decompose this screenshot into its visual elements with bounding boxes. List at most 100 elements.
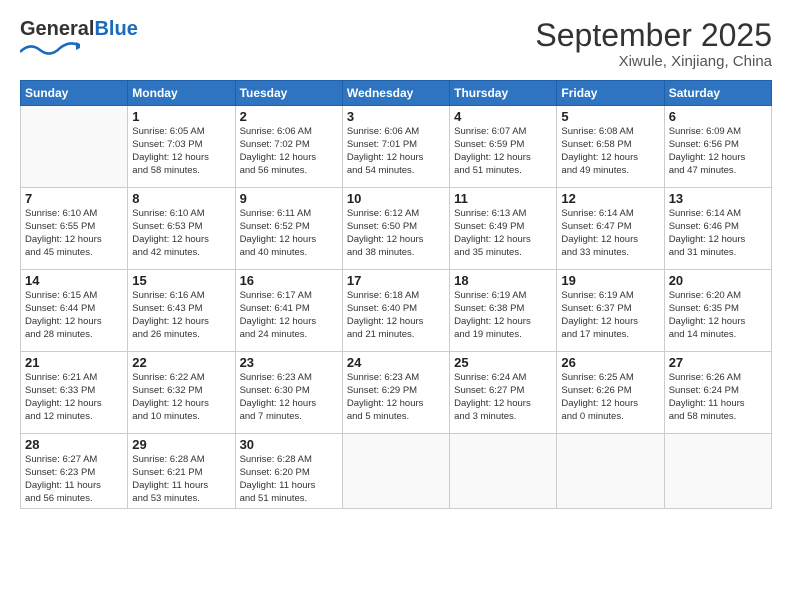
title-block: September 2025 Xiwule, Xinjiang, China <box>535 18 772 70</box>
cell-info: Sunrise: 6:16 AMSunset: 6:43 PMDaylight:… <box>132 290 230 341</box>
cell-info-line: Sunrise: 6:13 AM <box>454 208 552 221</box>
cell-info: Sunrise: 6:20 AMSunset: 6:35 PMDaylight:… <box>669 290 767 341</box>
cell-info-line: Sunrise: 6:12 AM <box>347 208 445 221</box>
cell-info-line: Daylight: 12 hours <box>240 152 338 165</box>
calendar-cell <box>557 434 664 509</box>
cell-info: Sunrise: 6:10 AMSunset: 6:55 PMDaylight:… <box>25 208 123 259</box>
calendar-cell <box>342 434 449 509</box>
cell-info-line: Daylight: 12 hours <box>132 152 230 165</box>
cell-info-line: and 3 minutes. <box>454 411 552 424</box>
cell-info: Sunrise: 6:10 AMSunset: 6:53 PMDaylight:… <box>132 208 230 259</box>
calendar-cell: 12Sunrise: 6:14 AMSunset: 6:47 PMDayligh… <box>557 188 664 270</box>
cell-info-line: Sunset: 6:50 PM <box>347 221 445 234</box>
cell-info-line: Sunset: 6:41 PM <box>240 303 338 316</box>
cell-info: Sunrise: 6:09 AMSunset: 6:56 PMDaylight:… <box>669 126 767 177</box>
cell-info-line: Sunrise: 6:28 AM <box>132 454 230 467</box>
cell-info: Sunrise: 6:23 AMSunset: 6:29 PMDaylight:… <box>347 372 445 423</box>
calendar-cell: 11Sunrise: 6:13 AMSunset: 6:49 PMDayligh… <box>450 188 557 270</box>
cell-info-line: Sunset: 6:58 PM <box>561 139 659 152</box>
calendar-table: SundayMondayTuesdayWednesdayThursdayFrid… <box>20 80 772 509</box>
calendar-header-tuesday: Tuesday <box>235 81 342 106</box>
cell-info-line: Sunset: 6:55 PM <box>25 221 123 234</box>
cell-info-line: Daylight: 12 hours <box>240 316 338 329</box>
calendar-header-saturday: Saturday <box>664 81 771 106</box>
cell-day-number: 30 <box>240 437 338 452</box>
cell-info-line: Sunrise: 6:25 AM <box>561 372 659 385</box>
cell-info-line: Sunrise: 6:19 AM <box>561 290 659 303</box>
cell-info-line: Sunrise: 6:14 AM <box>561 208 659 221</box>
cell-day-number: 3 <box>347 109 445 124</box>
cell-info-line: Sunrise: 6:10 AM <box>132 208 230 221</box>
cell-info-line: Daylight: 12 hours <box>132 316 230 329</box>
cell-info-line: Sunset: 6:30 PM <box>240 385 338 398</box>
cell-info-line: and 38 minutes. <box>347 247 445 260</box>
cell-info: Sunrise: 6:15 AMSunset: 6:44 PMDaylight:… <box>25 290 123 341</box>
cell-info-line: and 51 minutes. <box>454 165 552 178</box>
cell-info-line: Sunset: 6:32 PM <box>132 385 230 398</box>
cell-info-line: Sunrise: 6:07 AM <box>454 126 552 139</box>
cell-info-line: Sunrise: 6:10 AM <box>25 208 123 221</box>
cell-info-line: Sunrise: 6:20 AM <box>669 290 767 303</box>
cell-info-line: Daylight: 12 hours <box>669 234 767 247</box>
calendar-cell: 2Sunrise: 6:06 AMSunset: 7:02 PMDaylight… <box>235 106 342 188</box>
calendar-cell: 1Sunrise: 6:05 AMSunset: 7:03 PMDaylight… <box>128 106 235 188</box>
cell-day-number: 14 <box>25 273 123 288</box>
calendar-cell: 14 Sunrise: 6:15 AMSunset: 6:44 PMDayligh… <box>21 270 128 352</box>
calendar-header-sunday: Sunday <box>21 81 128 106</box>
cell-info-line: and 40 minutes. <box>240 247 338 260</box>
calendar-cell: 17Sunrise: 6:18 AMSunset: 6:40 PMDayligh… <box>342 270 449 352</box>
cell-info-line: Daylight: 11 hours <box>132 480 230 493</box>
cell-info-line: and 54 minutes. <box>347 165 445 178</box>
cell-info-line: Sunset: 6:46 PM <box>669 221 767 234</box>
cell-info-line: Sunrise: 6:26 AM <box>669 372 767 385</box>
cell-day-number: 27 <box>669 355 767 370</box>
calendar-cell: 27Sunrise: 6:26 AMSunset: 6:24 PMDayligh… <box>664 352 771 434</box>
cell-info-line: Sunrise: 6:21 AM <box>25 372 123 385</box>
cell-info-line: Daylight: 12 hours <box>454 316 552 329</box>
cell-info-line: Daylight: 12 hours <box>669 316 767 329</box>
cell-info-line: Daylight: 12 hours <box>347 398 445 411</box>
cell-day-number: 10 <box>347 191 445 206</box>
calendar-cell <box>450 434 557 509</box>
cell-info-line: Sunset: 7:03 PM <box>132 139 230 152</box>
calendar-cell: 25Sunrise: 6:24 AMSunset: 6:27 PMDayligh… <box>450 352 557 434</box>
calendar-header-friday: Friday <box>557 81 664 106</box>
cell-info-line: Daylight: 11 hours <box>240 480 338 493</box>
cell-info-line: Sunrise: 6:05 AM <box>132 126 230 139</box>
cell-day-number: 8 <box>132 191 230 206</box>
cell-info: Sunrise: 6:08 AMSunset: 6:58 PMDaylight:… <box>561 126 659 177</box>
calendar-cell: 6 Sunrise: 6:09 AMSunset: 6:56 PMDaylight… <box>664 106 771 188</box>
cell-info-line: Sunset: 6:52 PM <box>240 221 338 234</box>
cell-info-line: and 17 minutes. <box>561 329 659 342</box>
cell-info-line: and 21 minutes. <box>347 329 445 342</box>
cell-info: Sunrise: 6:06 AMSunset: 7:01 PMDaylight:… <box>347 126 445 177</box>
calendar-cell: 18Sunrise: 6:19 AMSunset: 6:38 PMDayligh… <box>450 270 557 352</box>
calendar-week-2: 7Sunrise: 6:10 AMSunset: 6:55 PMDaylight… <box>21 188 772 270</box>
cell-day-number: 24 <box>347 355 445 370</box>
cell-info-line: Daylight: 12 hours <box>561 398 659 411</box>
cell-info: Sunrise: 6:06 AMSunset: 7:02 PMDaylight:… <box>240 126 338 177</box>
cell-info-line: Daylight: 12 hours <box>561 152 659 165</box>
page: GeneralBlue September 2025 Xiwule, Xinji… <box>0 0 792 612</box>
calendar-header-wednesday: Wednesday <box>342 81 449 106</box>
cell-info-line: Daylight: 11 hours <box>25 480 123 493</box>
cell-info-line: Sunrise: 6:23 AM <box>240 372 338 385</box>
calendar-cell: 29Sunrise: 6:28 AMSunset: 6:21 PMDayligh… <box>128 434 235 509</box>
cell-info-line: and 26 minutes. <box>132 329 230 342</box>
cell-info: Sunrise: 6:25 AMSunset: 6:26 PMDaylight:… <box>561 372 659 423</box>
cell-info-line: Daylight: 12 hours <box>240 234 338 247</box>
cell-info-line: Daylight: 12 hours <box>25 398 123 411</box>
cell-day-number: 26 <box>561 355 659 370</box>
cell-info-line: and 33 minutes. <box>561 247 659 260</box>
cell-day-number: 19 <box>561 273 659 288</box>
cell-info-line: Sunset: 6:20 PM <box>240 467 338 480</box>
cell-info-line: Sunset: 7:01 PM <box>347 139 445 152</box>
cell-info-line: Daylight: 12 hours <box>240 398 338 411</box>
calendar-cell: 24 Sunrise: 6:23 AMSunset: 6:29 PMDayligh… <box>342 352 449 434</box>
calendar-cell: 20Sunrise: 6:20 AMSunset: 6:35 PMDayligh… <box>664 270 771 352</box>
cell-info-line: Daylight: 12 hours <box>561 316 659 329</box>
calendar-cell: 13Sunrise: 6:14 AMSunset: 6:46 PMDayligh… <box>664 188 771 270</box>
cell-info-line: and 49 minutes. <box>561 165 659 178</box>
cell-day-number: 6 <box>669 109 767 124</box>
cell-info-line: Daylight: 12 hours <box>25 234 123 247</box>
